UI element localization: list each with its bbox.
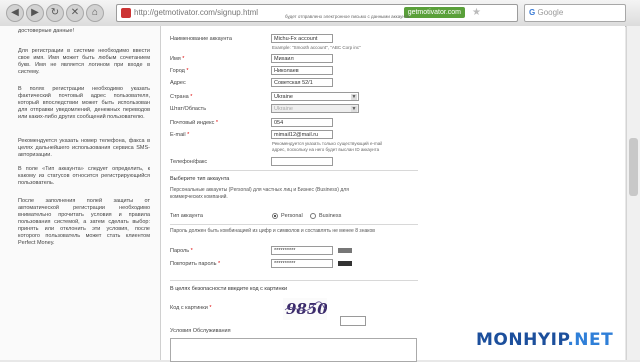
stop-icon[interactable]: ✕ <box>66 4 84 22</box>
account-name-input[interactable]: Michu-Fx account <box>271 34 333 43</box>
captcha-label: Код с картинки * <box>170 305 212 311</box>
required-marker: * <box>182 56 185 62</box>
site-favicon-icon <box>121 8 131 18</box>
state-label: Штат/Область <box>170 106 207 112</box>
bookmark-star-icon[interactable]: ★ <box>472 5 481 21</box>
top-note: будет отправлено электронное письмо с да… <box>285 14 411 19</box>
chevron-down-icon: ▼ <box>351 106 357 112</box>
password-requirements-note: Пароль должен быть комбинацией из цифр и… <box>170 228 375 234</box>
city-input[interactable]: Николаев <box>271 66 333 75</box>
zip-input[interactable]: 054 <box>271 118 333 127</box>
zip-label: Почтовый индекс * <box>170 120 219 126</box>
phone-input[interactable] <box>271 157 333 166</box>
account-type-business-label: Business <box>319 213 342 219</box>
city-label: Город * <box>170 68 189 74</box>
account-type-description: коммерческих компаний. <box>170 194 228 200</box>
search-placeholder: Google <box>537 8 564 17</box>
first-name-label: Имя * <box>170 56 185 62</box>
section-divider <box>170 170 418 171</box>
account-type-label: Тип аккаунта <box>170 213 203 219</box>
url-text: http://getmotivator.com/signup.html <box>134 8 259 17</box>
help-paragraph: После заполнения полей защиты от автомат… <box>18 198 150 246</box>
reload-icon[interactable]: ↻ <box>46 4 64 22</box>
required-marker: * <box>215 120 219 126</box>
help-paragraph: Рекомендуется указать номер телефона, фа… <box>18 138 150 158</box>
password-label: Пароль * <box>170 248 193 254</box>
search-engine-icon: G <box>529 8 536 17</box>
required-marker: * <box>190 248 193 254</box>
password-input[interactable]: ********** <box>271 246 333 255</box>
search-input[interactable]: G Google <box>524 4 626 22</box>
help-sidebar: достоверные данные! Для регистрации в си… <box>0 26 161 360</box>
email-hint: адрес, поскольку на него будет выслан ID… <box>272 147 380 152</box>
country-label: Страна * <box>170 94 193 100</box>
back-icon[interactable]: ◀ <box>6 4 24 22</box>
required-marker: * <box>186 68 189 74</box>
state-select[interactable]: Ukraine ▼ <box>271 104 359 113</box>
section-divider <box>170 280 418 281</box>
forward-icon[interactable]: ▶ <box>26 4 44 22</box>
required-marker: * <box>190 94 193 100</box>
account-name-hint: Example: "Smooth account", "ABC Corp inc… <box>272 45 361 50</box>
password-repeat-input[interactable]: ********** <box>271 259 333 268</box>
email-input[interactable]: mimail12@mail.ru <box>271 130 333 139</box>
watermark-logo: MONHYIP.NET <box>476 330 614 350</box>
required-marker: * <box>187 132 190 138</box>
help-paragraph: В поле «Тип аккаунта» следует определить… <box>18 166 150 186</box>
home-icon[interactable]: ⌂ <box>86 4 104 22</box>
terms-textarea[interactable] <box>170 338 417 362</box>
email-label: E-mail * <box>170 132 190 138</box>
password-strength-indicator <box>338 248 352 253</box>
help-paragraph: В полях регистрации необходимо указать ф… <box>18 86 150 120</box>
account-type-description: Персональные аккаунты (Personal) для час… <box>170 187 349 193</box>
captcha-note: В целях безопасности введите код с карти… <box>170 286 288 292</box>
site-identity-badge[interactable]: getmotivator.com <box>403 7 465 18</box>
captcha-image: 9850 <box>283 298 328 320</box>
account-name-label: Наименование аккаунта <box>170 36 232 42</box>
country-select[interactable]: Ukraine ▼ <box>271 92 359 101</box>
address-label: Адрес <box>170 80 186 86</box>
required-marker: * <box>209 305 212 311</box>
account-type-business-radio[interactable] <box>310 213 316 219</box>
phone-label: Телефон/факс <box>170 159 208 165</box>
account-type-heading: Выберите тип аккаунта <box>170 176 230 182</box>
account-type-personal-label: Personal <box>281 213 303 219</box>
captcha-input[interactable] <box>340 316 366 326</box>
email-hint: Рекомендуется указать только существующи… <box>272 141 383 146</box>
scrollbar-thumb[interactable] <box>629 138 638 196</box>
section-divider <box>170 224 418 225</box>
terms-label: Условия Обслуживания <box>170 328 231 334</box>
help-paragraph: достоверные данные! <box>18 28 74 34</box>
page-scrollbar[interactable] <box>626 26 640 360</box>
address-input[interactable]: Советская 52/1 <box>271 78 333 87</box>
account-type-personal-radio[interactable] <box>272 213 278 219</box>
first-name-input[interactable]: Михаил <box>271 54 333 63</box>
chevron-down-icon: ▼ <box>351 94 357 100</box>
help-paragraph: Для регистрации в системе необходимо вве… <box>18 48 150 75</box>
required-marker: * <box>218 261 221 267</box>
password-repeat-label: Повторить пароль * <box>170 261 221 267</box>
password-match-indicator <box>338 261 352 266</box>
